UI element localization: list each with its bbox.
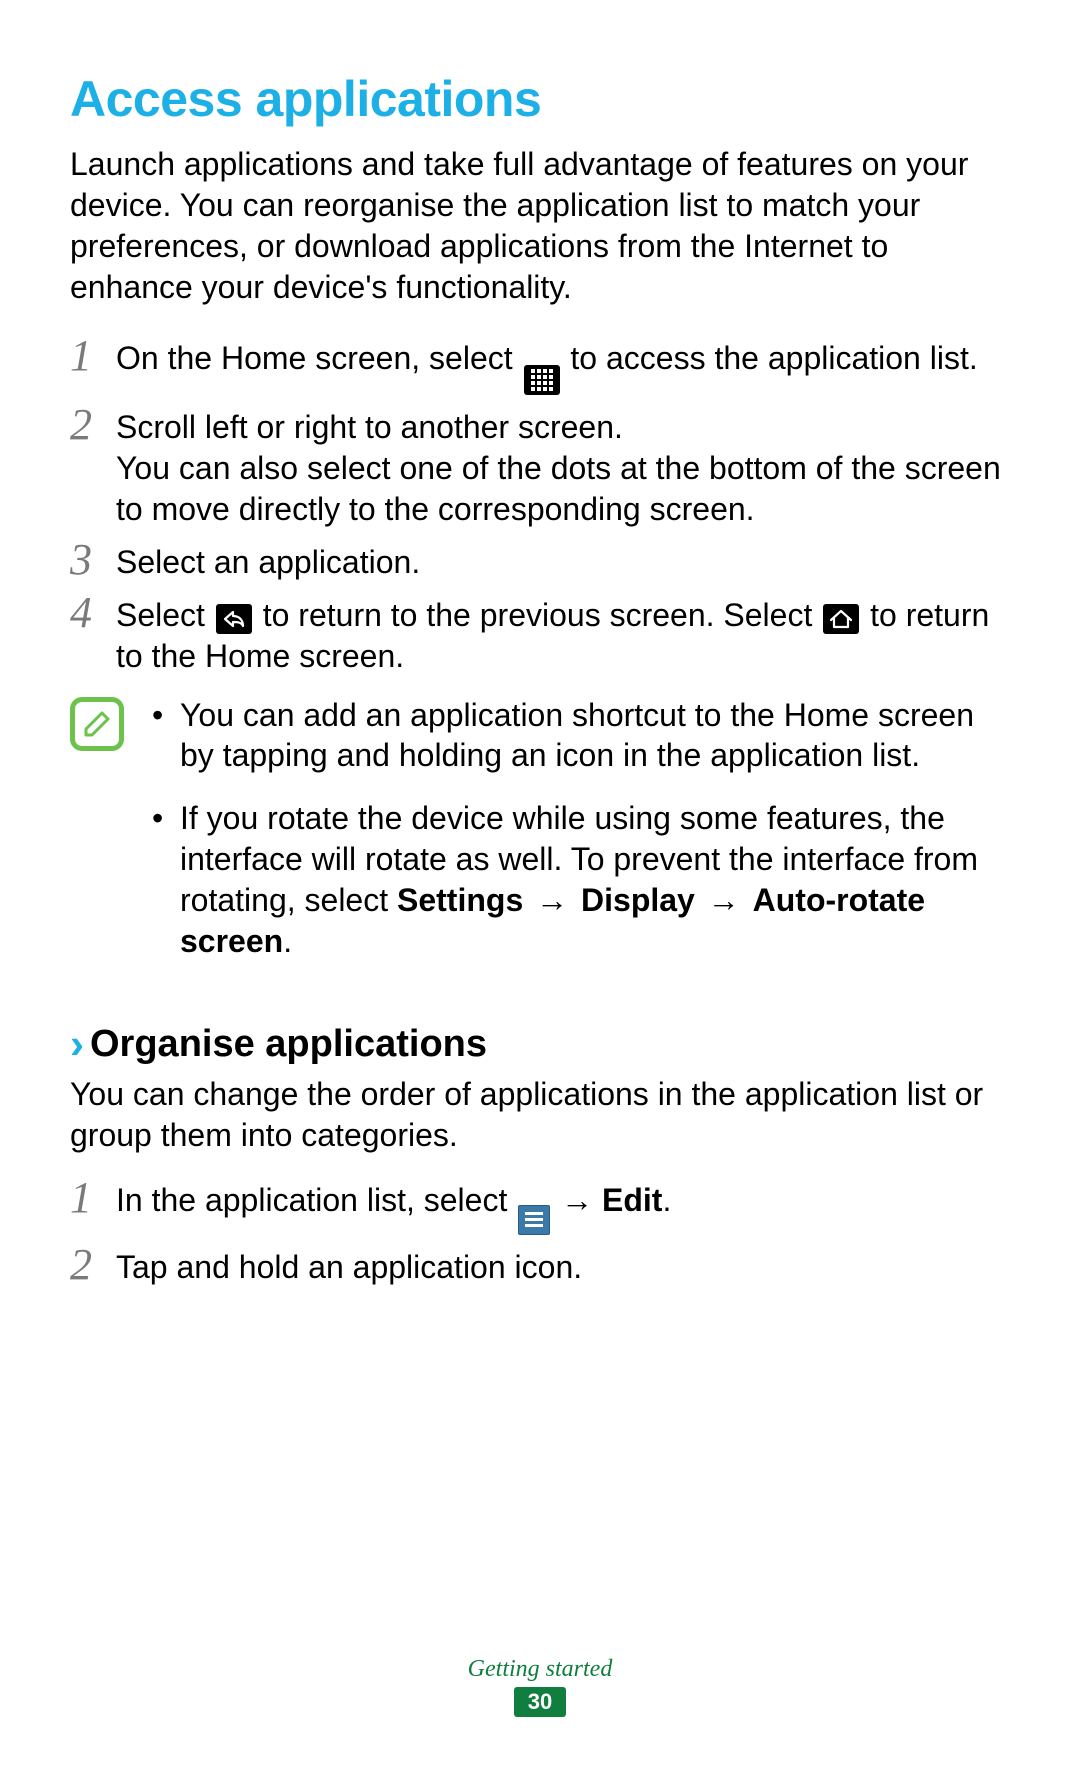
step-body: Tap and hold an application icon. <box>116 1247 1010 1288</box>
sub-step-2: 2 Tap and hold an application icon. <box>70 1247 1010 1288</box>
step-text: to return to the previous screen. Select <box>263 597 822 633</box>
step-body: On the Home screen, select to access the… <box>116 338 1010 395</box>
step-number: 2 <box>70 403 116 447</box>
intro-paragraph: Launch applications and take full advant… <box>70 144 1010 308</box>
step-text: Select <box>116 597 214 633</box>
step-body: In the application list, select → Edit. <box>116 1180 1010 1235</box>
bullet: • <box>152 695 180 736</box>
step-text-bold: Edit <box>602 1182 662 1218</box>
bullet: • <box>152 798 180 839</box>
note-pencil-icon <box>70 697 124 751</box>
note-text: If you rotate the device while using som… <box>180 798 1010 962</box>
step-body: Select to return to the previous screen.… <box>116 595 1010 677</box>
menu-icon <box>518 1205 550 1235</box>
step-3: 3 Select an application. <box>70 542 1010 583</box>
note-body: • You can add an application shortcut to… <box>152 695 1010 985</box>
note-item: • You can add an application shortcut to… <box>152 695 1010 777</box>
step-text: to access the application list. <box>570 340 977 376</box>
step-text: You can also select one of the dots at t… <box>116 448 1010 530</box>
footer-section-label: Getting started <box>0 1656 1080 1683</box>
back-icon <box>216 604 252 634</box>
chevron-icon: › <box>70 1020 84 1068</box>
sub-intro: You can change the order of applications… <box>70 1074 1010 1156</box>
step-number: 1 <box>70 1176 116 1220</box>
step-number: 2 <box>70 1243 116 1287</box>
step-4: 4 Select to return to the previous scree… <box>70 595 1010 677</box>
home-icon <box>823 604 859 634</box>
step-text: In the application list, select <box>116 1182 516 1218</box>
step-text: On the Home screen, select <box>116 340 522 376</box>
step-text: Tap and hold an application icon. <box>116 1247 1010 1288</box>
note-item: • If you rotate the device while using s… <box>152 798 1010 962</box>
step-body: Select an application. <box>116 542 1010 583</box>
apps-grid-icon <box>524 365 560 395</box>
step-text: Scroll left or right to another screen. <box>116 407 1010 448</box>
page-heading: Access applications <box>70 70 1010 128</box>
step-text: Select an application. <box>116 542 1010 583</box>
page-footer: Getting started 30 <box>0 1656 1080 1717</box>
document-page: Access applications Launch applications … <box>0 0 1080 1288</box>
note-section: • You can add an application shortcut to… <box>70 695 1010 985</box>
step-text: . <box>662 1182 671 1218</box>
note-text: You can add an application shortcut to t… <box>180 695 1010 777</box>
sub-step-1: 1 In the application list, select → Edit… <box>70 1180 1010 1235</box>
step-1: 1 On the Home screen, select to access t… <box>70 338 1010 395</box>
step-number: 3 <box>70 538 116 582</box>
step-body: Scroll left or right to another screen. … <box>116 407 1010 530</box>
arrow-text: → <box>561 1182 602 1218</box>
sub-heading: Organise applications <box>90 1023 487 1066</box>
subheading-row: › Organise applications <box>70 1020 1010 1068</box>
page-number-badge: 30 <box>514 1687 566 1717</box>
step-number: 4 <box>70 591 116 635</box>
step-2: 2 Scroll left or right to another screen… <box>70 407 1010 530</box>
step-number: 1 <box>70 334 116 378</box>
